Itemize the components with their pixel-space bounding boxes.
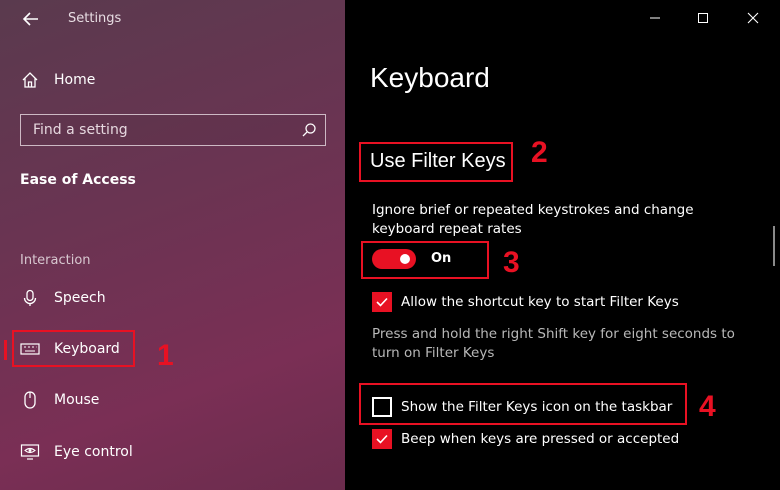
minimize-icon [650,17,660,19]
mouse-icon [20,390,40,410]
callout-4: 4 [699,390,716,423]
search-input[interactable]: Find a setting [20,114,326,146]
sidebar-item-label: Home [54,72,96,88]
main-pane: Keyboard Use Filter Keys 2 Ignore brief … [345,0,780,490]
page-title: Keyboard [370,62,490,93]
help-text: Press and hold the right Shift key for e… [372,326,735,361]
sidebar-item-mouse[interactable]: Mouse [12,383,332,417]
close-icon [747,12,759,24]
filter-keys-toggle[interactable] [372,249,416,269]
checkbox-row-shortcut[interactable]: Allow the shortcut key to start Filter K… [372,292,679,312]
sidebar-item-home[interactable]: Home [12,63,332,97]
checkbox-label: Beep when keys are pressed or accepted [401,431,680,447]
search-placeholder: Find a setting [33,122,128,138]
back-button[interactable] [18,8,42,30]
highlight-box-keyboard [12,330,135,367]
minimize-button[interactable] [645,8,665,28]
sidebar-item-label: Speech [54,290,106,306]
shortcut-checkbox[interactable] [372,292,392,312]
checkmark-icon [376,434,388,444]
search-icon[interactable] [301,122,317,138]
callout-1: 1 [157,339,174,372]
taskbar-icon-checkbox[interactable] [372,397,392,417]
eye-control-icon [20,442,40,462]
sidebar-item-label: Eye control [54,444,133,460]
sidebar-item-speech[interactable]: Speech [12,281,332,315]
scrollbar[interactable] [773,226,775,266]
description-text: Ignore brief or repeated keystrokes and … [372,202,694,237]
maximize-button[interactable] [693,8,713,28]
sidebar: Settings Home Find a setting Ease of Acc… [0,0,345,490]
callout-2: 2 [531,136,548,169]
home-icon [20,70,40,90]
maximize-icon [698,13,708,23]
group-label: Interaction [20,253,91,268]
sidebar-item-label: Mouse [54,392,100,408]
checkbox-row-taskbar-icon[interactable]: Show the Filter Keys icon on the taskbar [372,397,672,417]
back-arrow-icon [22,12,38,26]
beep-checkbox[interactable] [372,429,392,449]
section-heading: Use Filter Keys [370,150,506,172]
microphone-icon [20,288,40,308]
window-title: Settings [68,11,122,26]
sidebar-item-eye-control[interactable]: Eye control [12,435,332,469]
toggle-state-label: On [431,251,452,266]
callout-3: 3 [503,246,520,279]
checkbox-row-beep[interactable]: Beep when keys are pressed or accepted [372,429,679,449]
checkbox-label: Show the Filter Keys icon on the taskbar [401,399,673,415]
checkbox-label: Allow the shortcut key to start Filter K… [401,294,679,310]
checkmark-icon [376,297,388,307]
selection-indicator [4,340,7,360]
toggle-knob [400,254,410,264]
section-title: Ease of Access [20,172,136,188]
close-button[interactable] [743,8,763,28]
